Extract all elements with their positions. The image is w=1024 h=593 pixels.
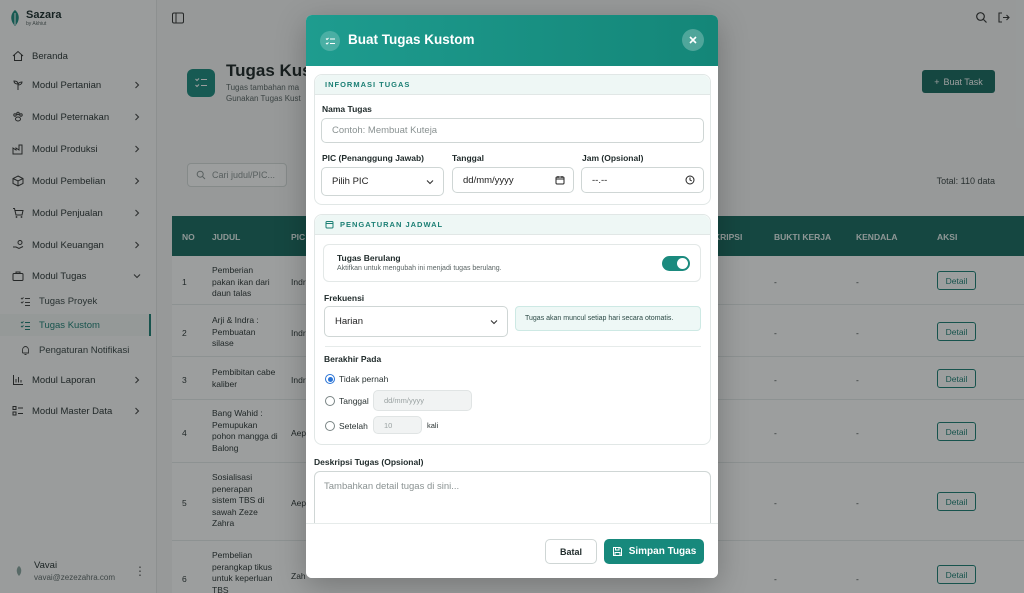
tanggal-value: dd/mm/yyyy — [463, 174, 514, 186]
frekuensi-info: Tugas akan muncul setiap hari secara oto… — [515, 306, 701, 331]
section-header: INFORMASI TUGAS — [315, 75, 710, 95]
modal-body: INFORMASI TUGAS Nama Tugas Contoh: Membu… — [306, 66, 718, 523]
deskripsi-placeholder: Tambahkan detail tugas di sini... — [324, 481, 460, 492]
tanggal-input[interactable]: dd/mm/yyyy — [452, 167, 574, 193]
save-button[interactable]: Simpan Tugas — [604, 539, 704, 564]
list-checks-icon — [320, 31, 340, 51]
radio-tanggal-label: Tanggal — [339, 396, 369, 406]
chevron-down-icon — [426, 179, 434, 184]
recurring-subtitle: Aktifkan untuk mengubah ini menjadi tuga… — [337, 265, 502, 272]
frekuensi-select[interactable]: Harian — [324, 306, 508, 337]
section-informasi-tugas: INFORMASI TUGAS Nama Tugas Contoh: Membu… — [314, 74, 711, 205]
clock-icon[interactable] — [685, 175, 695, 185]
occurrence-count-value: 10 — [384, 420, 393, 430]
nama-tugas-placeholder: Contoh: Membuat Kuteja — [332, 125, 438, 136]
deskripsi-textarea[interactable]: Tambahkan detail tugas di sini... — [314, 471, 711, 523]
frekuensi-value: Harian — [335, 316, 363, 327]
section-title: PENGATURAN JADWAL — [340, 220, 444, 229]
radio-setelah-label: Setelah — [339, 421, 368, 431]
jam-value: --.-- — [592, 174, 608, 186]
close-icon — [689, 36, 697, 44]
divider — [325, 346, 701, 347]
occurrence-unit: kali — [427, 421, 439, 430]
pic-select[interactable]: Pilih PIC — [321, 167, 444, 196]
save-label: Simpan Tugas — [628, 546, 697, 557]
nama-tugas-input[interactable]: Contoh: Membuat Kuteja — [321, 118, 704, 143]
modal-title: Buat Tugas Kustom — [348, 32, 475, 47]
frekuensi-label: Frekuensi — [324, 293, 365, 303]
calendar-icon[interactable] — [555, 175, 565, 185]
jam-label: Jam (Opsional) — [582, 153, 644, 163]
calendar-icon — [325, 221, 334, 229]
recurring-title: Tugas Berulang — [337, 253, 401, 263]
save-icon — [612, 547, 622, 556]
section-title: INFORMASI TUGAS — [325, 80, 411, 89]
end-date-placeholder: dd/mm/yyyy — [384, 396, 425, 405]
berakhir-label: Berakhir Pada — [324, 354, 382, 364]
pic-label: PIC (Penanggung Jawab) — [322, 153, 425, 163]
chevron-down-icon — [490, 319, 498, 324]
section-header: PENGATURAN JADWAL — [315, 215, 710, 235]
radio-setelah[interactable] — [325, 421, 335, 431]
jam-input[interactable]: --.-- — [581, 167, 704, 193]
tanggal-label: Tanggal — [452, 153, 484, 163]
close-button[interactable] — [682, 29, 704, 51]
occurrence-count-input[interactable]: 10 — [373, 416, 422, 434]
modal-header: Buat Tugas Kustom — [306, 15, 718, 66]
radio-tanggal[interactable] — [325, 396, 335, 406]
radio-tidak-pernah-label: Tidak pernah — [339, 374, 389, 384]
section-pengaturan-jadwal: PENGATURAN JADWAL Tugas Berulang Aktifka… — [314, 214, 711, 445]
nama-tugas-label: Nama Tugas — [322, 104, 372, 114]
pic-select-value: Pilih PIC — [332, 176, 369, 187]
recurring-task-box: Tugas Berulang Aktifkan untuk mengubah i… — [323, 244, 701, 282]
end-date-input[interactable]: dd/mm/yyyy — [373, 390, 472, 411]
create-task-modal: Buat Tugas Kustom INFORMASI TUGAS Nama T… — [306, 15, 718, 578]
radio-tidak-pernah[interactable] — [325, 374, 335, 384]
cancel-button[interactable]: Batal — [545, 539, 597, 564]
recurring-toggle[interactable] — [662, 256, 690, 271]
deskripsi-label: Deskripsi Tugas (Opsional) — [314, 457, 424, 467]
modal-footer: Batal Simpan Tugas — [306, 523, 718, 578]
